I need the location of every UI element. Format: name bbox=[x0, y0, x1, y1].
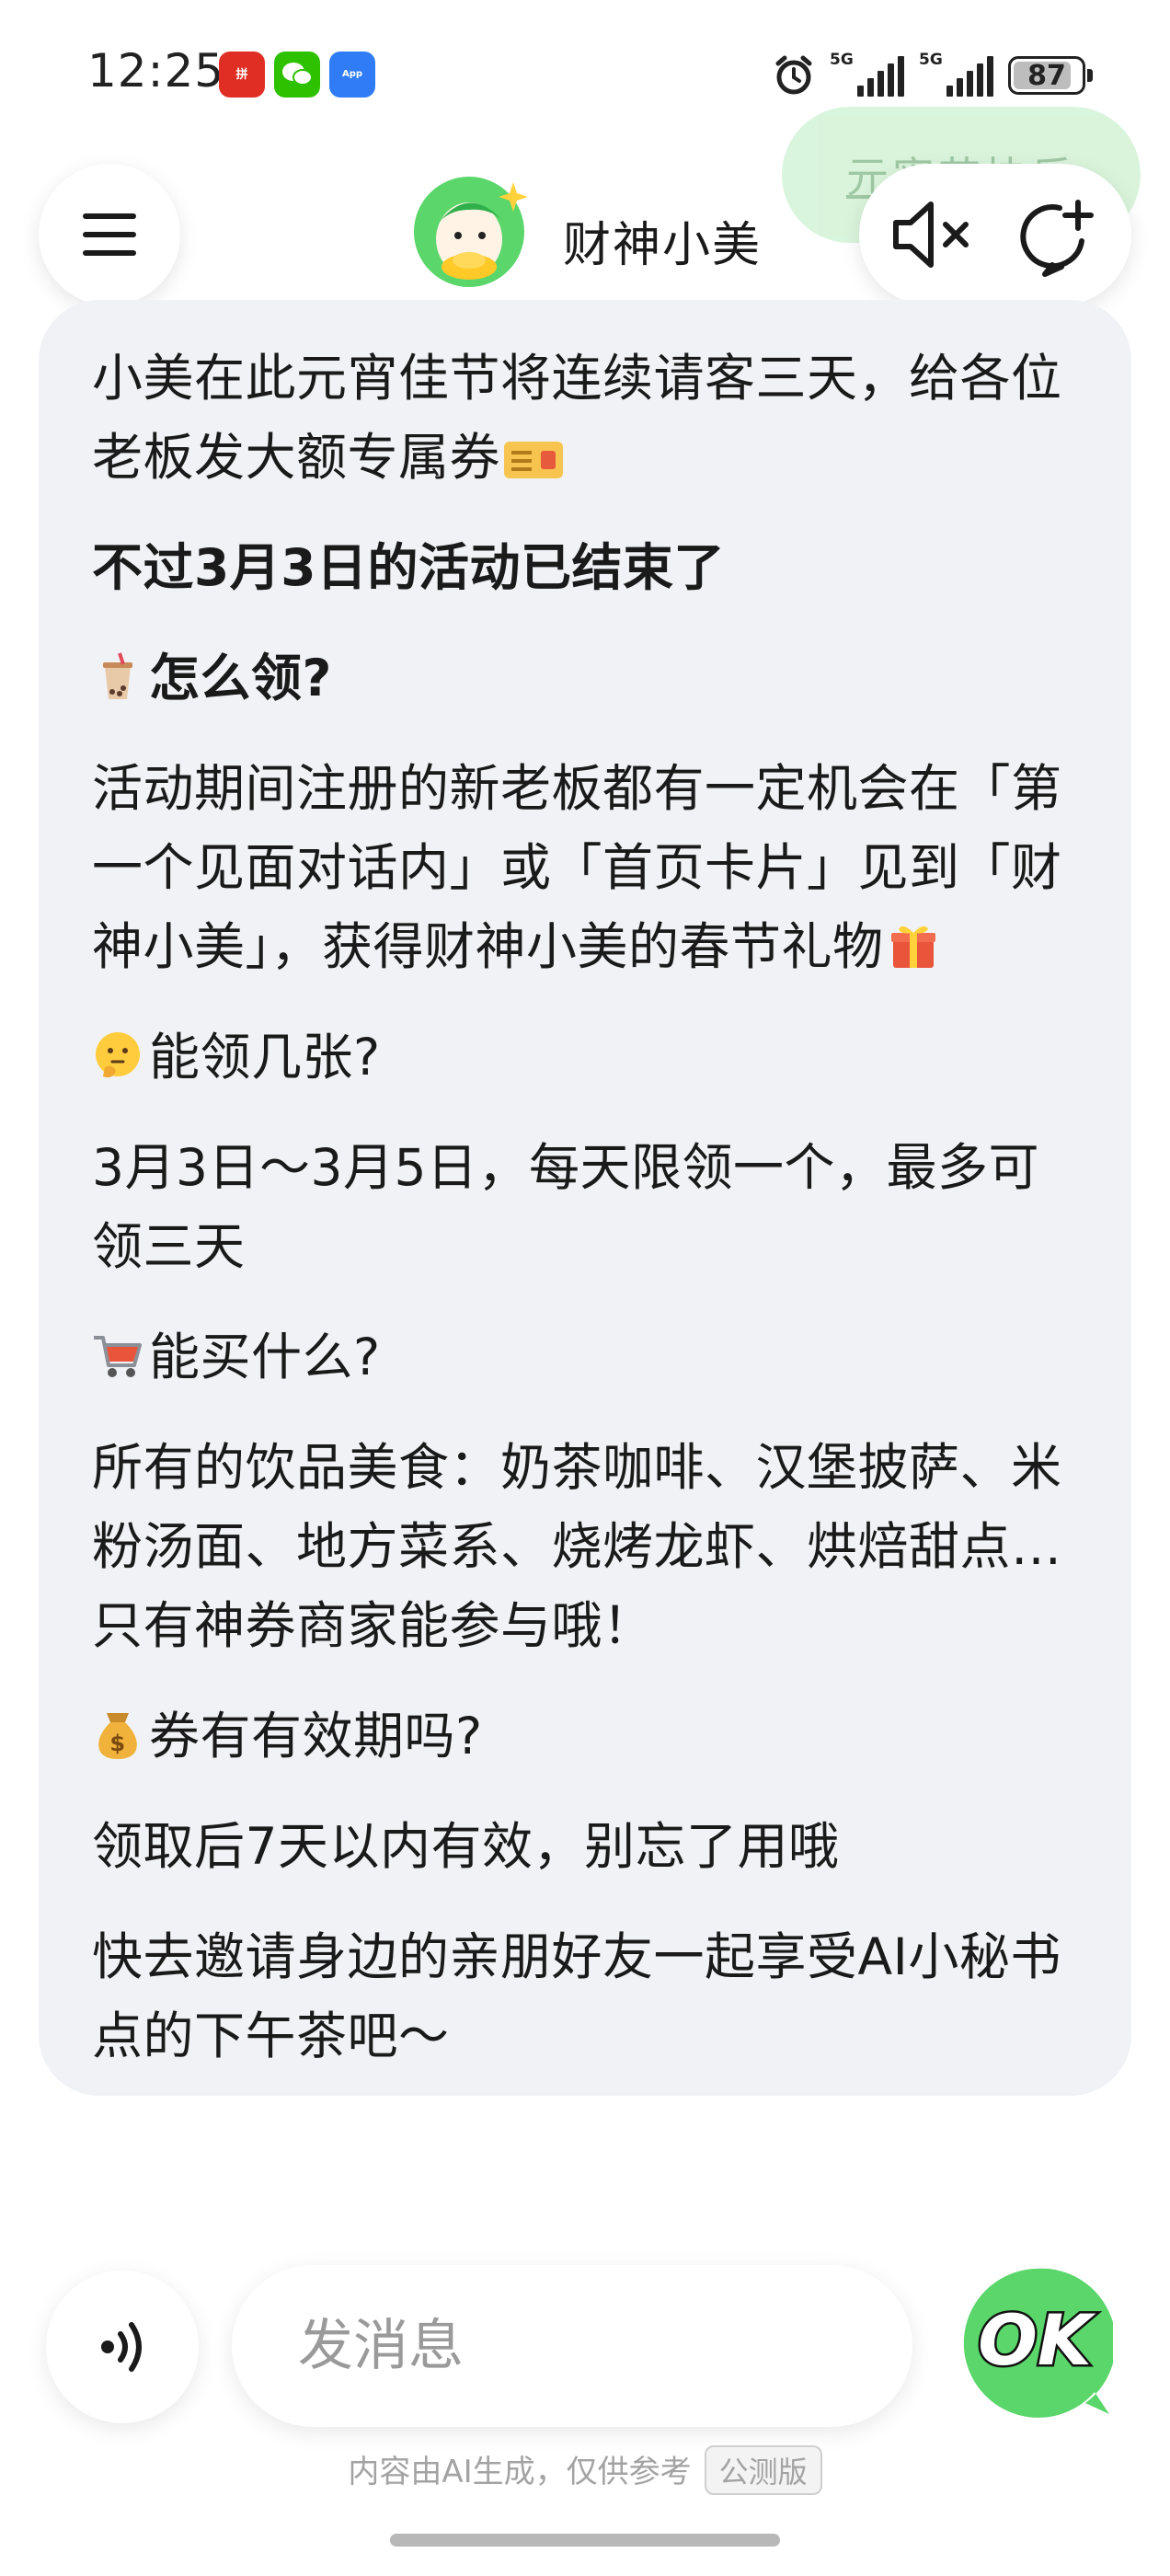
beta-badge: 公测版 bbox=[704, 2445, 822, 2495]
heading-text: 能买什么? bbox=[149, 1328, 381, 1386]
mute-icon bbox=[893, 201, 969, 268]
home-indicator[interactable] bbox=[390, 2534, 780, 2547]
wechat-icon bbox=[274, 52, 320, 98]
money-bag-icon: $ bbox=[98, 1713, 137, 1759]
heading-text: 能领几张? bbox=[149, 1028, 381, 1087]
disclaimer-text: 内容由AI生成，仅供参考 bbox=[348, 2454, 692, 2490]
app-market-icon: App bbox=[329, 52, 375, 98]
gift-icon bbox=[890, 926, 935, 968]
signal-strength-1: 5G bbox=[830, 51, 904, 97]
status-indicators: 5G 5G 87 bbox=[773, 50, 1093, 101]
menu-button[interactable] bbox=[39, 164, 180, 305]
message-paragraph: 3月3日～3月5日，每天限领一个，最多可领三天 bbox=[92, 1138, 1039, 1276]
thinking-face-icon bbox=[96, 1032, 140, 1078]
mute-button[interactable] bbox=[890, 197, 973, 272]
alarm-icon bbox=[773, 54, 815, 97]
battery-indicator: 87 bbox=[1008, 56, 1093, 95]
message-heading: $ 券有有效期吗? bbox=[92, 1696, 1078, 1776]
message-input[interactable] bbox=[232, 2265, 912, 2427]
svg-text:$: $ bbox=[109, 1731, 125, 1756]
message-notice: 不过3月3日的活动已结束了 bbox=[92, 538, 726, 597]
message-heading: 能买什么? bbox=[92, 1317, 1078, 1397]
signal-strength-2: 5G bbox=[919, 51, 993, 97]
new-chat-icon bbox=[1020, 200, 1094, 277]
bubble-tea-icon bbox=[103, 652, 132, 699]
voice-input-button[interactable] bbox=[46, 2271, 199, 2423]
bot-name-title: 财神小美 bbox=[563, 218, 763, 273]
message-paragraph: 小美在此元宵佳节将连续请客三天，给各位老板发大额专属券 bbox=[92, 339, 1078, 497]
ok-send-label: OK bbox=[978, 2299, 1096, 2381]
message-text: 小美在此元宵佳节将连续请客三天，给各位老板发大额专属券 bbox=[92, 349, 1062, 487]
coupon-icon bbox=[504, 442, 564, 478]
network-type-1: 5G bbox=[830, 51, 854, 69]
message-paragraph: 所有的饮品美食：奶茶咖啡、汉堡披萨、米粉汤面、地方菜系、烧烤龙虾、烘焙甜点…只有… bbox=[92, 1438, 1062, 1655]
header-actions bbox=[859, 164, 1131, 305]
bot-avatar[interactable] bbox=[410, 171, 535, 296]
heading-text: 怎么领? bbox=[149, 649, 332, 707]
network-type-2: 5G bbox=[919, 51, 943, 69]
message-paragraph: 活动期间注册的新老板都有一定机会在「第一个见面对话内」或「首页卡片」见到「财神小… bbox=[92, 749, 1078, 986]
status-time: 12:25 bbox=[87, 44, 225, 98]
bot-message-card: 小美在此元宵佳节将连续请客三天，给各位老板发大额专属券 不过3月3日的活动已结束… bbox=[39, 300, 1131, 2096]
new-chat-button[interactable] bbox=[1017, 195, 1100, 278]
ok-send-button[interactable]: OK bbox=[957, 2265, 1117, 2421]
message-paragraph: 快去邀请身边的亲朋好友一起享受AI小秘书点的下午茶吧～ bbox=[92, 1927, 1061, 2065]
cart-icon bbox=[94, 1336, 142, 1377]
ai-disclaimer: 内容由AI生成，仅供参考 公测版 bbox=[0, 2445, 1170, 2495]
message-heading: 能领几张? bbox=[92, 1018, 1078, 1097]
pinduoduo-icon: 拼 bbox=[219, 52, 265, 98]
voice-icon bbox=[101, 2322, 142, 2372]
menu-icon bbox=[83, 213, 136, 256]
message-paragraph: 领取后7天以内有效，别忘了用哦 bbox=[92, 1817, 840, 1876]
message-heading: 怎么领? bbox=[92, 638, 1078, 718]
battery-level: 87 bbox=[1027, 59, 1066, 92]
heading-text: 券有有效期吗? bbox=[149, 1707, 483, 1765]
